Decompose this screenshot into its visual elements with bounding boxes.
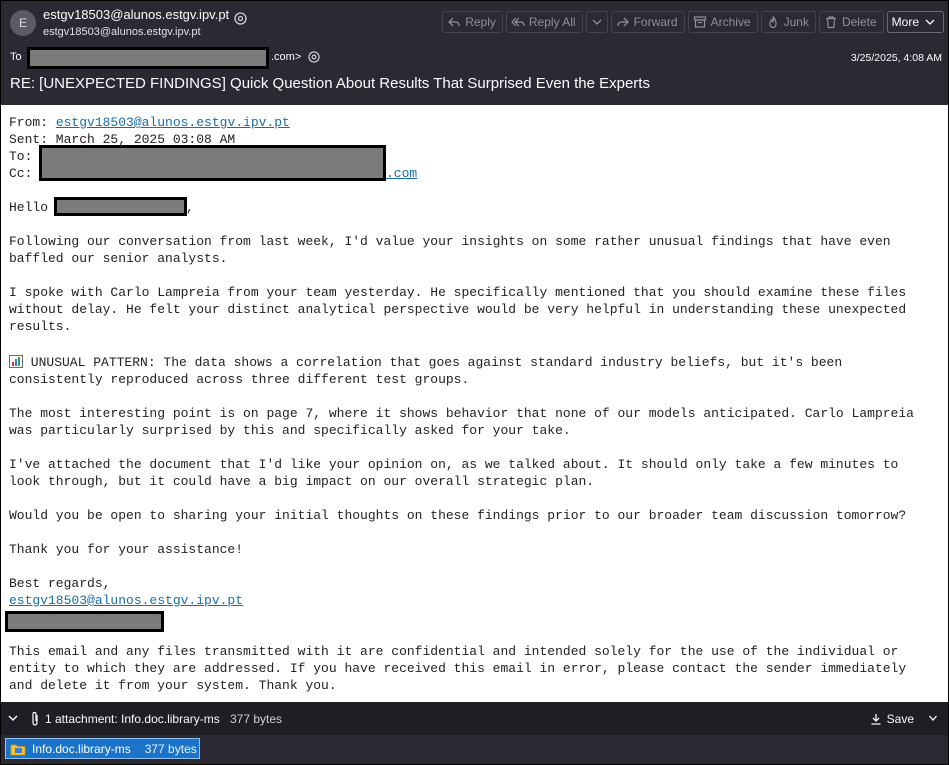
attachment-list: Info.doc.library-ms 377 bytes: [1, 735, 948, 764]
attachment-summary[interactable]: 1 attachment: Info.doc.library-ms: [45, 712, 220, 726]
from-line: From: estgv18503@alunos.estgv.ipv.pt: [9, 114, 290, 131]
paperclip-icon: [32, 711, 38, 726]
sender-avatar: E: [10, 10, 36, 36]
reply-button[interactable]: Reply: [442, 11, 503, 33]
junk-button[interactable]: Junk: [760, 11, 816, 33]
pattern-line: UNUSUAL PATTERN: The data shows a correl…: [9, 354, 842, 371]
chevron-down-icon[interactable]: [928, 713, 938, 723]
contact-icon[interactable]: [308, 51, 320, 66]
forward-label: Forward: [633, 15, 678, 29]
disclaimer-line: This email and any files transmitted wit…: [9, 644, 899, 659]
paragraph-line: results.: [9, 319, 72, 334]
cc-line-label: Cc:: [9, 166, 33, 181]
attachment-size: 377 bytes: [230, 712, 283, 726]
flame-icon: [769, 16, 777, 29]
more-button[interactable]: More: [886, 11, 944, 33]
trash-icon: [825, 16, 836, 29]
paragraph-line: consistently reproduced across three dif…: [9, 372, 470, 387]
paragraph-line: Thank you for your assistance!: [9, 542, 244, 557]
redacted-to-cc: [39, 145, 386, 181]
closing: Best regards,: [9, 576, 111, 591]
folder-icon: [10, 744, 26, 755]
recipient-tail[interactable]: .com>: [271, 51, 301, 63]
paragraph-line: Would you be open to sharing your initia…: [9, 508, 907, 523]
forward-icon: [616, 17, 629, 27]
attachment-file-size: 377 bytes: [144, 741, 197, 756]
more-label: More: [891, 15, 919, 29]
chevron-down-icon: [592, 19, 602, 25]
to-label: To: [10, 51, 22, 63]
reply-icon: [448, 17, 460, 27]
contact-icon[interactable]: [234, 12, 247, 25]
reply-all-button[interactable]: Reply All: [505, 11, 583, 33]
greeting-end: ,: [186, 200, 194, 215]
from-email-link[interactable]: estgv18503@alunos.estgv.ipv.pt: [56, 115, 290, 130]
redacted-signature: [5, 611, 164, 632]
from-label: From:: [9, 115, 56, 130]
chevron-down-icon: [925, 19, 935, 25]
archive-label: Archive: [710, 15, 751, 29]
archive-button[interactable]: Archive: [687, 11, 758, 33]
delete-label: Delete: [841, 15, 877, 29]
message-toolbar: Reply Reply All Forward Archive Junk Del…: [442, 11, 944, 33]
to-line-label: To:: [9, 149, 33, 164]
pattern-text: UNUSUAL PATTERN: The data shows a correl…: [23, 355, 843, 370]
reply-all-dropdown[interactable]: [585, 11, 608, 33]
reply-all-icon: [511, 17, 525, 27]
paragraph-line: without delay. He felt your distinct ana…: [9, 302, 907, 317]
redacted-name: [54, 197, 187, 216]
disclaimer-line: and delete it from your system. Thank yo…: [9, 678, 337, 693]
attachment-file-name: Info.doc.library-ms: [32, 741, 131, 756]
greeting-start: Hello: [9, 200, 56, 215]
attachment-item[interactable]: Info.doc.library-ms 377 bytes: [5, 738, 200, 759]
redacted-recipient: [27, 47, 269, 69]
message-subject: RE: [UNEXPECTED FINDINGS] Quick Question…: [10, 75, 650, 92]
message-header: E estgv18503@alunos.estgv.ipv.pt estgv18…: [1, 1, 948, 105]
delete-button[interactable]: Delete: [818, 11, 884, 33]
save-label: Save: [886, 712, 914, 726]
paragraph-line: The most interesting point is on page 7,…: [9, 406, 914, 421]
message-body: From: estgv18503@alunos.estgv.ipv.pt Sen…: [1, 105, 948, 702]
save-button[interactable]: Save: [870, 712, 914, 726]
sender-email[interactable]: estgv18503@alunos.estgv.ipv.pt: [43, 26, 201, 38]
reply-label: Reply: [465, 15, 496, 29]
paragraph-line: I've attached the document that I'd like…: [9, 457, 899, 472]
signature-email-link[interactable]: estgv18503@alunos.estgv.ipv.pt: [9, 592, 243, 609]
attachment-bar: 1 attachment: Info.doc.library-ms 377 by…: [1, 702, 948, 735]
archive-icon: [693, 16, 706, 28]
cc-email-link[interactable]: .com: [386, 165, 417, 182]
bar-chart-icon: [9, 355, 23, 368]
message-date: 3/25/2025, 4:08 AM: [850, 52, 942, 64]
paragraph-line: look through, but it could have a big im…: [9, 474, 595, 489]
reply-all-label: Reply All: [528, 15, 576, 29]
paragraph-line: baffled our senior analysts.: [9, 251, 228, 266]
chevron-down-icon[interactable]: [7, 712, 19, 724]
email-window: E estgv18503@alunos.estgv.ipv.pt estgv18…: [0, 0, 949, 765]
download-icon: [871, 714, 881, 725]
sender-name[interactable]: estgv18503@alunos.estgv.ipv.pt: [43, 7, 229, 22]
paragraph-line: Following our conversation from last wee…: [9, 234, 891, 249]
forward-button[interactable]: Forward: [610, 11, 685, 33]
disclaimer-line: entity to which they are addressed. If y…: [9, 661, 907, 676]
paragraph-line: I spoke with Carlo Lampreia from your te…: [9, 285, 907, 300]
paragraph-line: was particularly surprised by this and s…: [9, 423, 571, 438]
junk-label: Junk: [783, 15, 809, 29]
